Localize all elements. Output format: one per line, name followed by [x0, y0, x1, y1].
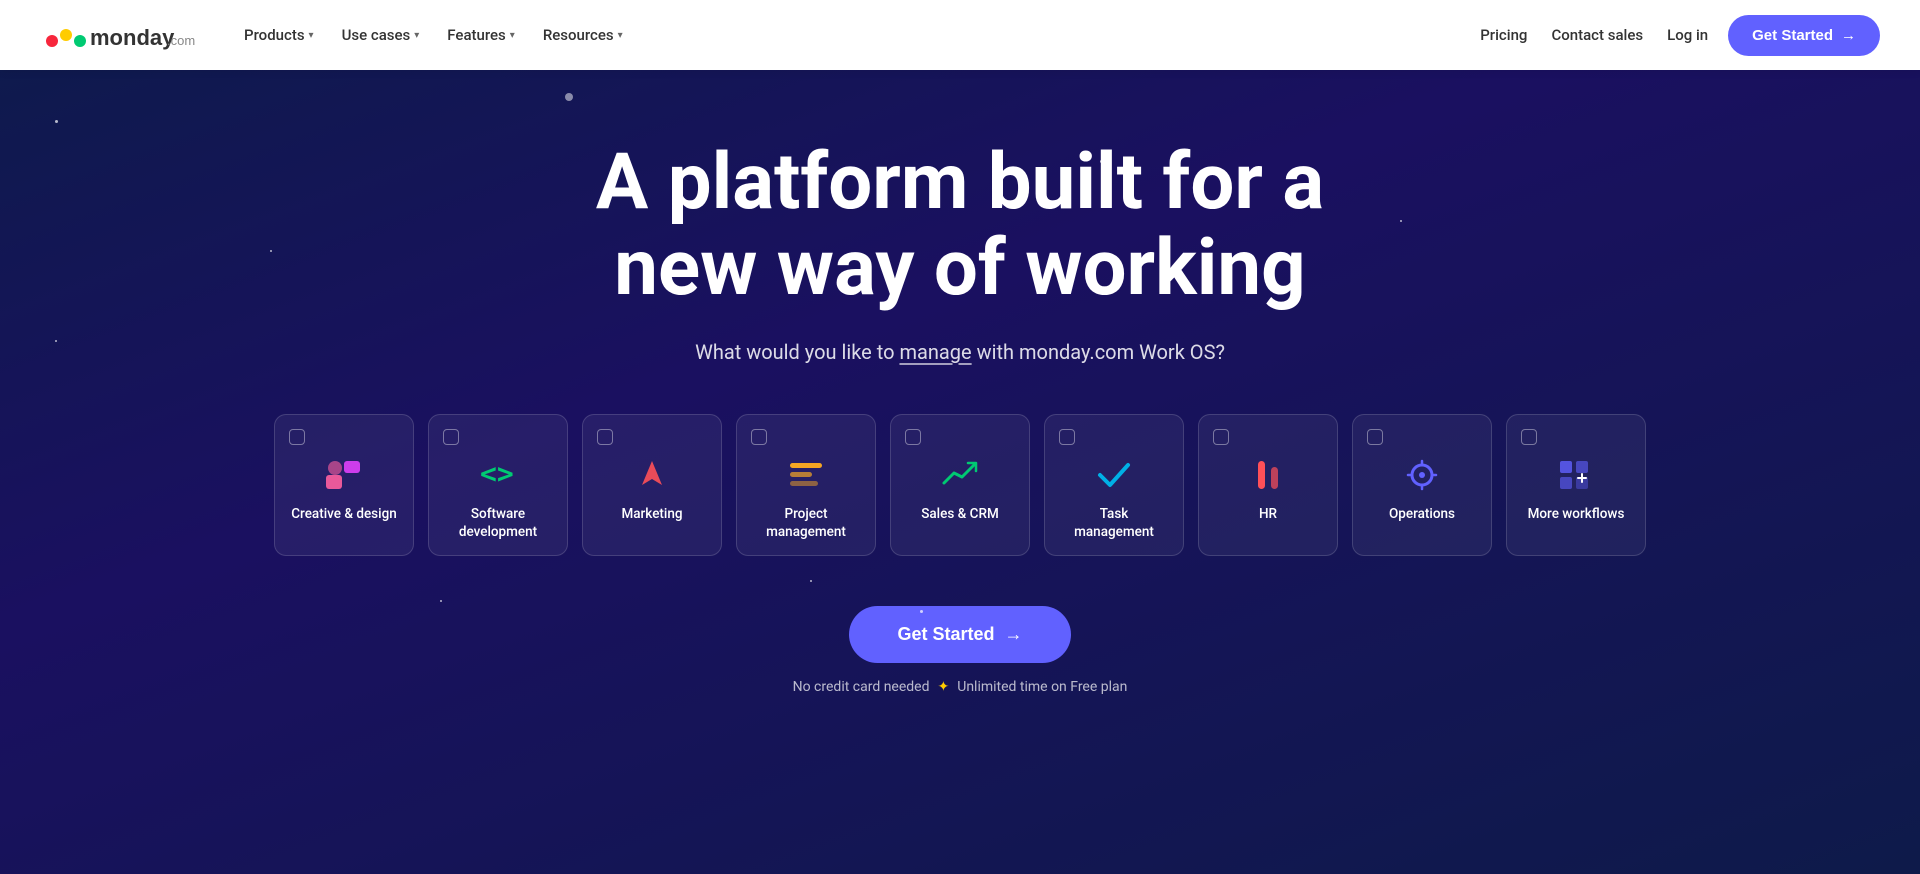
- operations-icon: [1367, 457, 1477, 493]
- marketing-icon: [597, 457, 707, 493]
- nav-links: Products ▾ Use cases ▾ Features ▾ Resour…: [232, 18, 635, 52]
- card-checkbox-creative[interactable]: [289, 429, 305, 445]
- cta-note: No credit card needed ✦ Unlimited time o…: [793, 679, 1128, 695]
- card-checkbox-more[interactable]: [1521, 429, 1537, 445]
- nav-right: Pricing Contact sales Log in Get Started…: [1480, 15, 1880, 56]
- card-label-software: Software development: [443, 505, 553, 541]
- logo[interactable]: monday .com: [40, 17, 200, 53]
- software-icon: <>: [443, 457, 553, 493]
- svg-text:monday: monday: [90, 25, 175, 50]
- card-label-project: Project management: [751, 505, 861, 541]
- nav-products[interactable]: Products ▾: [232, 18, 326, 52]
- star-decoration: [1100, 160, 1103, 163]
- project-icon: [751, 457, 861, 493]
- card-label-creative: Creative & design: [289, 505, 399, 523]
- card-checkbox-operations[interactable]: [1367, 429, 1383, 445]
- manage-word: manage: [899, 340, 971, 364]
- nav-left: monday .com Products ▾ Use cases ▾ Featu…: [40, 17, 635, 53]
- chevron-down-icon: ▾: [618, 30, 623, 41]
- chevron-down-icon: ▾: [414, 30, 419, 41]
- workflow-card-marketing[interactable]: Marketing: [582, 414, 722, 556]
- workflow-card-sales[interactable]: Sales & CRM: [890, 414, 1030, 556]
- more-icon: [1521, 457, 1631, 493]
- workflow-grid: Creative & design <> Software developmen…: [254, 414, 1666, 556]
- workflow-card-more[interactable]: More workflows: [1506, 414, 1646, 556]
- workflow-card-project[interactable]: Project management: [736, 414, 876, 556]
- card-checkbox-sales[interactable]: [905, 429, 921, 445]
- card-label-task: Task management: [1059, 505, 1169, 541]
- star-decoration: [920, 610, 923, 613]
- chevron-down-icon: ▾: [309, 30, 314, 41]
- workflow-card-operations[interactable]: Operations: [1352, 414, 1492, 556]
- hero-subtitle: What would you like to manage with monda…: [695, 340, 1225, 364]
- nav-use-cases[interactable]: Use cases ▾: [330, 18, 432, 52]
- nav-contact-sales[interactable]: Contact sales: [1551, 26, 1643, 44]
- creative-icon: [289, 457, 399, 493]
- task-icon: [1059, 457, 1169, 493]
- star-decoration: [55, 340, 57, 342]
- svg-text:<>: <>: [480, 457, 514, 490]
- workflow-card-hr[interactable]: HR: [1198, 414, 1338, 556]
- cursor: [565, 93, 573, 101]
- star-decoration: [270, 250, 272, 252]
- card-checkbox-marketing[interactable]: [597, 429, 613, 445]
- star-decoration: [55, 120, 58, 123]
- card-label-sales: Sales & CRM: [905, 505, 1015, 523]
- workflow-card-task[interactable]: Task management: [1044, 414, 1184, 556]
- nav-right-links: Pricing Contact sales Log in: [1480, 26, 1708, 44]
- hr-icon: [1213, 457, 1323, 493]
- svg-text:.com: .com: [167, 33, 195, 48]
- card-label-operations: Operations: [1367, 505, 1477, 523]
- hero-section: A platform built for a new way of workin…: [0, 0, 1920, 874]
- cta-section: Get Started → No credit card needed ✦ Un…: [793, 606, 1128, 695]
- nav-login[interactable]: Log in: [1667, 26, 1708, 44]
- star-decoration: [440, 600, 442, 602]
- diamond-icon: ✦: [938, 679, 950, 695]
- hero-title: A platform built for a new way of workin…: [596, 140, 1324, 312]
- card-checkbox-task[interactable]: [1059, 429, 1075, 445]
- card-checkbox-project[interactable]: [751, 429, 767, 445]
- card-checkbox-software[interactable]: [443, 429, 459, 445]
- nav-pricing[interactable]: Pricing: [1480, 26, 1527, 44]
- card-label-more: More workflows: [1521, 505, 1631, 523]
- nav-features[interactable]: Features ▾: [435, 18, 527, 52]
- chevron-down-icon: ▾: [510, 30, 515, 41]
- workflow-card-creative[interactable]: Creative & design: [274, 414, 414, 556]
- star-decoration: [810, 580, 812, 582]
- nav-resources[interactable]: Resources ▾: [531, 18, 635, 52]
- sales-icon: [905, 457, 1015, 493]
- navbar: monday .com Products ▾ Use cases ▾ Featu…: [0, 0, 1920, 70]
- nav-get-started-button[interactable]: Get Started →: [1728, 15, 1880, 56]
- hero-get-started-button[interactable]: Get Started →: [849, 606, 1070, 663]
- card-label-hr: HR: [1213, 505, 1323, 523]
- star-decoration: [1400, 220, 1402, 222]
- card-label-marketing: Marketing: [597, 505, 707, 523]
- workflow-card-software[interactable]: <> Software development: [428, 414, 568, 556]
- card-checkbox-hr[interactable]: [1213, 429, 1229, 445]
